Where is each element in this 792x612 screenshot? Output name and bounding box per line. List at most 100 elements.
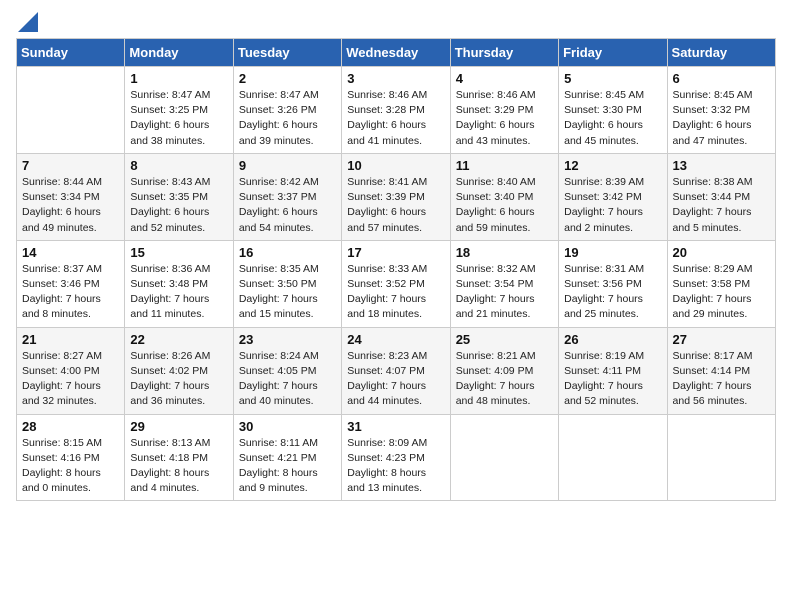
weekday-header-saturday: Saturday [667, 39, 775, 67]
day-number: 14 [22, 245, 119, 260]
day-info: Sunrise: 8:27 AMSunset: 4:00 PMDaylight:… [22, 349, 119, 410]
calendar-header-row: SundayMondayTuesdayWednesdayThursdayFrid… [17, 39, 776, 67]
day-info: Sunrise: 8:47 AMSunset: 3:26 PMDaylight:… [239, 88, 336, 149]
day-number: 1 [130, 71, 227, 86]
calendar-week-row: 28 Sunrise: 8:15 AMSunset: 4:16 PMDaylig… [17, 414, 776, 501]
calendar-week-row: 1 Sunrise: 8:47 AMSunset: 3:25 PMDayligh… [17, 67, 776, 154]
calendar-cell: 23 Sunrise: 8:24 AMSunset: 4:05 PMDaylig… [233, 327, 341, 414]
day-number: 16 [239, 245, 336, 260]
day-number: 21 [22, 332, 119, 347]
calendar-cell: 10 Sunrise: 8:41 AMSunset: 3:39 PMDaylig… [342, 153, 450, 240]
day-info: Sunrise: 8:24 AMSunset: 4:05 PMDaylight:… [239, 349, 336, 410]
day-number: 27 [673, 332, 770, 347]
calendar-cell: 6 Sunrise: 8:45 AMSunset: 3:32 PMDayligh… [667, 67, 775, 154]
day-info: Sunrise: 8:40 AMSunset: 3:40 PMDaylight:… [456, 175, 553, 236]
calendar-cell: 24 Sunrise: 8:23 AMSunset: 4:07 PMDaylig… [342, 327, 450, 414]
day-number: 10 [347, 158, 444, 173]
day-number: 22 [130, 332, 227, 347]
calendar-cell: 8 Sunrise: 8:43 AMSunset: 3:35 PMDayligh… [125, 153, 233, 240]
calendar-table: SundayMondayTuesdayWednesdayThursdayFrid… [16, 38, 776, 501]
day-info: Sunrise: 8:32 AMSunset: 3:54 PMDaylight:… [456, 262, 553, 323]
day-number: 11 [456, 158, 553, 173]
day-number: 12 [564, 158, 661, 173]
calendar-cell: 12 Sunrise: 8:39 AMSunset: 3:42 PMDaylig… [559, 153, 667, 240]
day-info: Sunrise: 8:19 AMSunset: 4:11 PMDaylight:… [564, 349, 661, 410]
weekday-header-sunday: Sunday [17, 39, 125, 67]
day-number: 19 [564, 245, 661, 260]
day-number: 7 [22, 158, 119, 173]
calendar-cell: 9 Sunrise: 8:42 AMSunset: 3:37 PMDayligh… [233, 153, 341, 240]
calendar-cell: 1 Sunrise: 8:47 AMSunset: 3:25 PMDayligh… [125, 67, 233, 154]
day-info: Sunrise: 8:17 AMSunset: 4:14 PMDaylight:… [673, 349, 770, 410]
weekday-header-friday: Friday [559, 39, 667, 67]
day-info: Sunrise: 8:33 AMSunset: 3:52 PMDaylight:… [347, 262, 444, 323]
day-info: Sunrise: 8:15 AMSunset: 4:16 PMDaylight:… [22, 436, 119, 497]
calendar-cell [667, 414, 775, 501]
calendar-cell: 11 Sunrise: 8:40 AMSunset: 3:40 PMDaylig… [450, 153, 558, 240]
calendar-cell: 30 Sunrise: 8:11 AMSunset: 4:21 PMDaylig… [233, 414, 341, 501]
day-info: Sunrise: 8:46 AMSunset: 3:29 PMDaylight:… [456, 88, 553, 149]
day-number: 3 [347, 71, 444, 86]
calendar-cell: 21 Sunrise: 8:27 AMSunset: 4:00 PMDaylig… [17, 327, 125, 414]
day-number: 28 [22, 419, 119, 434]
day-info: Sunrise: 8:09 AMSunset: 4:23 PMDaylight:… [347, 436, 444, 497]
calendar-cell: 14 Sunrise: 8:37 AMSunset: 3:46 PMDaylig… [17, 240, 125, 327]
calendar-week-row: 14 Sunrise: 8:37 AMSunset: 3:46 PMDaylig… [17, 240, 776, 327]
day-info: Sunrise: 8:23 AMSunset: 4:07 PMDaylight:… [347, 349, 444, 410]
calendar-cell: 25 Sunrise: 8:21 AMSunset: 4:09 PMDaylig… [450, 327, 558, 414]
day-info: Sunrise: 8:45 AMSunset: 3:32 PMDaylight:… [673, 88, 770, 149]
calendar-cell: 16 Sunrise: 8:35 AMSunset: 3:50 PMDaylig… [233, 240, 341, 327]
calendar-cell: 7 Sunrise: 8:44 AMSunset: 3:34 PMDayligh… [17, 153, 125, 240]
day-number: 18 [456, 245, 553, 260]
day-number: 5 [564, 71, 661, 86]
calendar-cell: 26 Sunrise: 8:19 AMSunset: 4:11 PMDaylig… [559, 327, 667, 414]
calendar-cell: 31 Sunrise: 8:09 AMSunset: 4:23 PMDaylig… [342, 414, 450, 501]
day-number: 4 [456, 71, 553, 86]
calendar-cell: 19 Sunrise: 8:31 AMSunset: 3:56 PMDaylig… [559, 240, 667, 327]
day-number: 24 [347, 332, 444, 347]
day-info: Sunrise: 8:43 AMSunset: 3:35 PMDaylight:… [130, 175, 227, 236]
calendar-cell [450, 414, 558, 501]
day-number: 2 [239, 71, 336, 86]
weekday-header-tuesday: Tuesday [233, 39, 341, 67]
day-info: Sunrise: 8:29 AMSunset: 3:58 PMDaylight:… [673, 262, 770, 323]
weekday-header-thursday: Thursday [450, 39, 558, 67]
day-info: Sunrise: 8:26 AMSunset: 4:02 PMDaylight:… [130, 349, 227, 410]
calendar-cell: 20 Sunrise: 8:29 AMSunset: 3:58 PMDaylig… [667, 240, 775, 327]
day-info: Sunrise: 8:39 AMSunset: 3:42 PMDaylight:… [564, 175, 661, 236]
day-info: Sunrise: 8:35 AMSunset: 3:50 PMDaylight:… [239, 262, 336, 323]
calendar-cell: 15 Sunrise: 8:36 AMSunset: 3:48 PMDaylig… [125, 240, 233, 327]
page-header [16, 16, 776, 26]
day-info: Sunrise: 8:45 AMSunset: 3:30 PMDaylight:… [564, 88, 661, 149]
calendar-cell: 27 Sunrise: 8:17 AMSunset: 4:14 PMDaylig… [667, 327, 775, 414]
day-info: Sunrise: 8:46 AMSunset: 3:28 PMDaylight:… [347, 88, 444, 149]
day-info: Sunrise: 8:21 AMSunset: 4:09 PMDaylight:… [456, 349, 553, 410]
day-number: 8 [130, 158, 227, 173]
day-number: 25 [456, 332, 553, 347]
calendar-cell: 3 Sunrise: 8:46 AMSunset: 3:28 PMDayligh… [342, 67, 450, 154]
calendar-week-row: 21 Sunrise: 8:27 AMSunset: 4:00 PMDaylig… [17, 327, 776, 414]
day-number: 20 [673, 245, 770, 260]
logo-icon [18, 12, 38, 32]
day-info: Sunrise: 8:37 AMSunset: 3:46 PMDaylight:… [22, 262, 119, 323]
day-info: Sunrise: 8:44 AMSunset: 3:34 PMDaylight:… [22, 175, 119, 236]
day-info: Sunrise: 8:38 AMSunset: 3:44 PMDaylight:… [673, 175, 770, 236]
calendar-cell: 17 Sunrise: 8:33 AMSunset: 3:52 PMDaylig… [342, 240, 450, 327]
day-info: Sunrise: 8:47 AMSunset: 3:25 PMDaylight:… [130, 88, 227, 149]
day-number: 17 [347, 245, 444, 260]
day-info: Sunrise: 8:36 AMSunset: 3:48 PMDaylight:… [130, 262, 227, 323]
day-info: Sunrise: 8:31 AMSunset: 3:56 PMDaylight:… [564, 262, 661, 323]
day-info: Sunrise: 8:11 AMSunset: 4:21 PMDaylight:… [239, 436, 336, 497]
calendar-cell: 4 Sunrise: 8:46 AMSunset: 3:29 PMDayligh… [450, 67, 558, 154]
day-number: 26 [564, 332, 661, 347]
calendar-cell: 2 Sunrise: 8:47 AMSunset: 3:26 PMDayligh… [233, 67, 341, 154]
day-number: 30 [239, 419, 336, 434]
weekday-header-monday: Monday [125, 39, 233, 67]
day-info: Sunrise: 8:42 AMSunset: 3:37 PMDaylight:… [239, 175, 336, 236]
calendar-week-row: 7 Sunrise: 8:44 AMSunset: 3:34 PMDayligh… [17, 153, 776, 240]
day-number: 13 [673, 158, 770, 173]
calendar-cell: 13 Sunrise: 8:38 AMSunset: 3:44 PMDaylig… [667, 153, 775, 240]
day-number: 29 [130, 419, 227, 434]
calendar-cell [559, 414, 667, 501]
calendar-cell: 29 Sunrise: 8:13 AMSunset: 4:18 PMDaylig… [125, 414, 233, 501]
